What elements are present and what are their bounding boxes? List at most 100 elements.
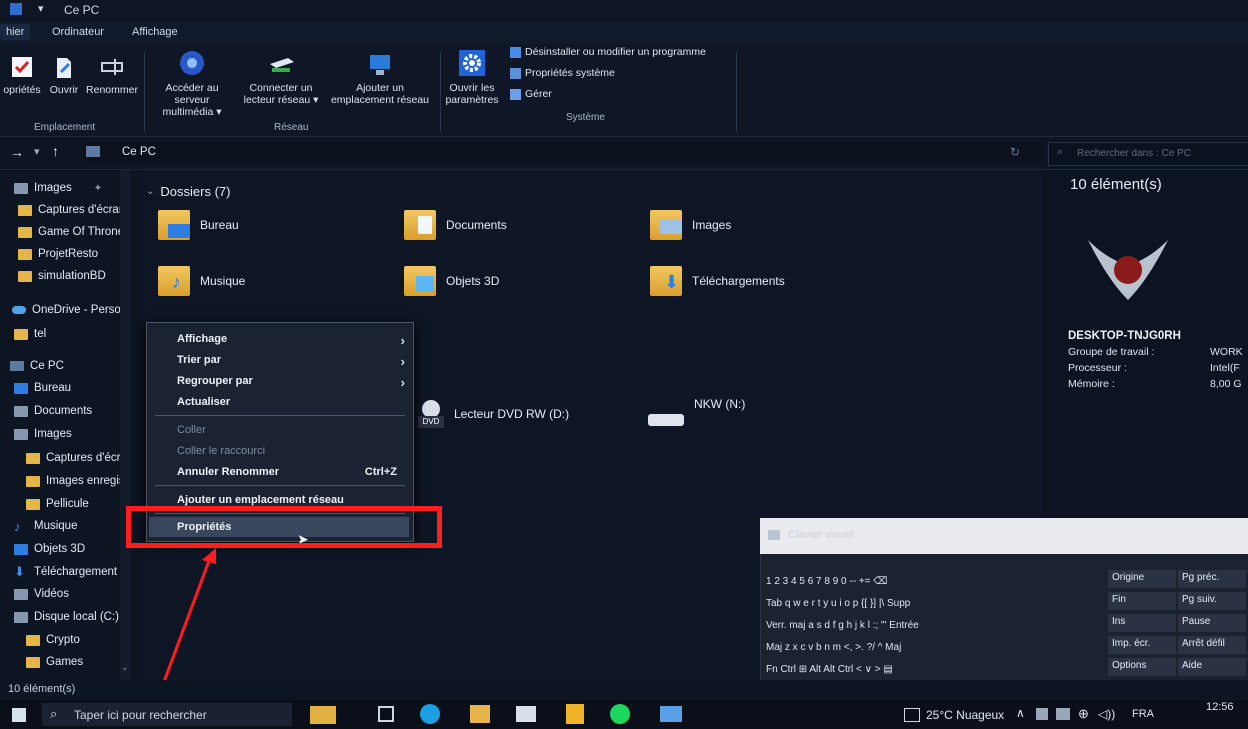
mail-icon[interactable] <box>516 706 536 722</box>
up-arrow-icon[interactable]: ↑ <box>52 143 59 159</box>
key-origine[interactable]: Origine <box>1108 570 1176 588</box>
manage-label: Gérer <box>525 88 552 100</box>
volume-icon[interactable]: ◁)) <box>1098 707 1115 721</box>
add-network-location-button[interactable]: Ajouter un emplacement réseau <box>326 52 434 106</box>
folder-documents[interactable]: Documents <box>404 210 507 240</box>
keyboard-row-2[interactable]: Tab q w e r t y u i o p {[ }] |\ Supp <box>766 598 910 609</box>
nav-item-game-of-throne[interactable]: Game Of Throne <box>18 222 124 242</box>
menu-item-actualiser[interactable]: Actualiser <box>177 396 230 408</box>
clock-time[interactable]: 12:56 <box>1206 701 1234 713</box>
keyboard-row-4[interactable]: Maj z x c v b n m <, >. ?/ ^ Maj <box>766 642 901 653</box>
nav-item-captures[interactable]: Captures d'écrar <box>18 200 123 220</box>
nav-item-pellicule[interactable]: Pellicule <box>26 494 89 514</box>
keyboard-titlebar[interactable]: Clavier visuel <box>760 518 1248 554</box>
spotify-icon[interactable] <box>610 704 630 724</box>
manage-button[interactable]: Gérer <box>510 88 552 100</box>
tray-chevron-icon[interactable]: ∧ <box>1016 706 1025 720</box>
menu-item-coller[interactable]: Coller <box>177 424 206 436</box>
menu-item-affichage[interactable]: Affichage › <box>177 333 413 348</box>
tray-app-icon[interactable] <box>1036 708 1048 720</box>
globe-icon[interactable]: ⊕ <box>1078 706 1089 722</box>
nav-item-simulationbd[interactable]: simulationBD <box>18 266 106 286</box>
key-fin[interactable]: Fin <box>1108 592 1176 610</box>
folder-musique[interactable]: ♪ Musique <box>158 266 245 296</box>
menu-item-coller-raccourci[interactable]: Coller le raccourci <box>177 445 265 457</box>
pin-icon[interactable]: ✦ <box>94 183 102 194</box>
task-view-icon[interactable] <box>378 706 394 722</box>
menu-item-ajouter-emplacement[interactable]: Ajouter un emplacement réseau <box>177 494 344 506</box>
menu-item-regrouper-par[interactable]: Regrouper par › <box>177 375 413 390</box>
collapse-chevron-icon[interactable]: ⌄ <box>146 186 154 197</box>
map-network-drive-button[interactable]: Connecter un lecteur réseau ▾ <box>238 54 324 106</box>
nav-item-objets-3d[interactable]: Objets 3D <box>14 539 85 559</box>
key-arret-defil[interactable]: Arrêt défil <box>1178 636 1246 654</box>
open-settings-button[interactable]: Ouvrir les paramètres <box>444 48 500 106</box>
taskbar-search-box[interactable]: ⌕ Taper ici pour rechercher <box>42 703 292 726</box>
system-properties-button[interactable]: Propriétés système <box>510 67 615 79</box>
nav-item-projetresto[interactable]: ProjetResto <box>18 244 98 264</box>
nav-item-crypto[interactable]: Crypto <box>26 630 80 650</box>
nav-item-onedrive[interactable]: OneDrive - Persor <box>12 300 125 320</box>
folder-images[interactable]: Images <box>650 210 731 240</box>
nav-item-tel[interactable]: tel <box>14 324 46 344</box>
drive-nkw[interactable]: NKW (N:) <box>648 397 745 426</box>
nav-item-documents[interactable]: Documents <box>14 401 92 421</box>
nav-scrollbar[interactable]: ⌄ <box>120 170 130 680</box>
app-icon[interactable] <box>660 706 682 722</box>
nav-item-telechargements[interactable]: ⬇ Téléchargement <box>14 562 117 582</box>
scroll-down-icon[interactable]: ⌄ <box>121 662 129 673</box>
nav-item-musique[interactable]: ♪ Musique <box>14 516 77 536</box>
search-input[interactable]: ⌕ Rechercher dans : Ce PC <box>1048 142 1248 166</box>
nav-item-disque-local[interactable]: Disque local (C:) <box>14 607 119 627</box>
weather-text[interactable]: 25°C Nuageux <box>926 708 1004 722</box>
tab-ordinateur[interactable]: Ordinateur <box>52 26 104 38</box>
language-indicator[interactable]: FRA <box>1132 708 1154 720</box>
folder-telechargements[interactable]: ⬇ Téléchargements <box>650 266 785 296</box>
nav-item-images[interactable]: Images <box>14 424 72 444</box>
back-arrow-icon[interactable]: → <box>10 144 24 160</box>
properties-button[interactable]: opriétés <box>0 54 44 96</box>
media-server-button[interactable]: Accéder au serveur multimédia ▾ <box>150 48 234 118</box>
key-pg-prec[interactable]: Pg préc. <box>1178 570 1246 588</box>
network-location-icon <box>370 55 390 75</box>
address-input[interactable]: Ce PC ↻ <box>84 142 1044 164</box>
nav-item-images-pinned[interactable]: Images ✦ <box>14 178 102 198</box>
quick-access-chevron-icon[interactable]: ▾ <box>38 2 44 15</box>
key-aide[interactable]: Aide <box>1178 658 1246 676</box>
drive-dvd[interactable]: DVD Lecteur DVD RW (D:) <box>418 400 569 428</box>
recent-chevron-icon[interactable]: ▾ <box>34 145 40 158</box>
key-pg-suiv[interactable]: Pg suiv. <box>1178 592 1246 610</box>
open-button[interactable]: Ouvrir <box>46 54 82 96</box>
folder-objets-3d[interactable]: Objets 3D <box>404 266 499 296</box>
edge-browser-icon[interactable] <box>420 704 440 724</box>
nav-item-ce-pc[interactable]: Ce PC <box>10 356 64 376</box>
key-options[interactable]: Options <box>1108 658 1176 676</box>
menu-item-label: Annuler Renommer <box>177 466 280 478</box>
uninstall-program-button[interactable]: Désinstaller ou modifier un programme <box>510 46 706 58</box>
widgets-icon[interactable] <box>904 708 920 722</box>
key-pause[interactable]: Pause <box>1178 614 1246 632</box>
nav-item-games[interactable]: Games <box>26 652 83 672</box>
rename-button[interactable]: Renommer <box>86 54 138 96</box>
folder-app-icon[interactable] <box>470 705 490 723</box>
keyboard-row-3[interactable]: Verr. maj a s d f g h j k l :; "' Entrée <box>766 620 919 631</box>
folder-bureau[interactable]: Bureau <box>158 210 239 240</box>
key-ins[interactable]: Ins <box>1108 614 1176 632</box>
keyboard-row-1[interactable]: 1 2 3 4 5 6 7 8 9 0 -- += ⌫ <box>766 576 887 587</box>
tab-affichage[interactable]: Affichage <box>132 26 178 38</box>
section-header-dossiers[interactable]: ⌄ Dossiers (7) <box>146 184 230 199</box>
windows-start-icon[interactable] <box>12 708 26 722</box>
nav-item-images-enregistrees[interactable]: Images enregis <box>26 471 125 491</box>
keyboard-row-5[interactable]: Fn Ctrl ⊞ Alt Alt Ctrl < ∨ > ▤ <box>766 664 893 675</box>
store-icon[interactable] <box>566 704 584 724</box>
key-imp-ecr[interactable]: Imp. écr. <box>1108 636 1176 654</box>
nav-item-captures-ecran[interactable]: Captures d'écra <box>26 448 127 468</box>
nav-item-videos[interactable]: Vidéos <box>14 584 69 604</box>
menu-item-annuler-renommer[interactable]: Annuler Renommer Ctrl+Z <box>177 466 397 478</box>
nav-item-bureau[interactable]: Bureau <box>14 378 71 398</box>
menu-item-trier-par[interactable]: Trier par › <box>177 354 413 369</box>
tab-fichier[interactable]: hier <box>0 24 31 40</box>
network-icon[interactable] <box>1056 708 1070 720</box>
refresh-icon[interactable]: ↻ <box>1010 145 1020 159</box>
taskbar-explorer-icon[interactable] <box>310 706 336 724</box>
